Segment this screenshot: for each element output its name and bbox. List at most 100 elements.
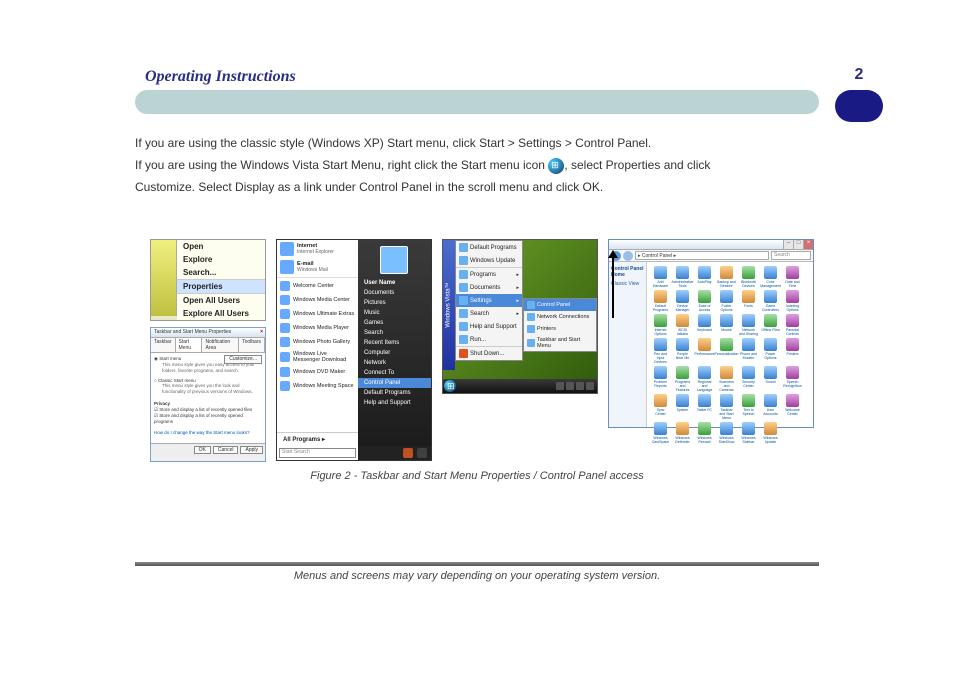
program-item[interactable]: Windows Photo Gallery bbox=[277, 335, 358, 349]
control-panel-item[interactable]: Offline Files bbox=[761, 314, 780, 336]
start-right-item[interactable]: Computer bbox=[358, 348, 431, 358]
control-panel-item[interactable]: Color Management bbox=[761, 266, 780, 288]
control-panel-item[interactable]: Windows Firewall bbox=[695, 422, 714, 444]
control-panel-item[interactable]: Windows Sidebar bbox=[739, 422, 758, 444]
classic-menu-item[interactable]: Documents▸ bbox=[456, 281, 522, 294]
classic-menu-item[interactable]: Shut Down... bbox=[456, 347, 522, 360]
control-panel-item[interactable]: AutoPlay bbox=[695, 266, 714, 288]
start-right-item[interactable]: Control Panel bbox=[358, 378, 431, 388]
program-item[interactable]: Windows Media Center bbox=[277, 293, 358, 307]
control-panel-item[interactable]: Game Controllers bbox=[761, 290, 780, 312]
breadcrumb[interactable]: ▸ Control Panel ▸ bbox=[635, 251, 769, 260]
control-panel-item[interactable]: Scanners and Cameras bbox=[717, 366, 736, 392]
classic-menu-item[interactable]: Default Programs bbox=[456, 241, 522, 254]
control-panel-item[interactable]: System bbox=[673, 394, 692, 420]
control-panel-item[interactable]: Fonts bbox=[739, 290, 758, 312]
all-programs-item[interactable]: All Programs bbox=[277, 432, 358, 446]
submenu-item[interactable]: Printers bbox=[524, 323, 596, 335]
classic-menu-item[interactable]: Run... bbox=[456, 333, 522, 346]
program-item[interactable]: Windows Media Player bbox=[277, 321, 358, 335]
control-panel-item[interactable]: Date and Time bbox=[783, 266, 802, 288]
dialog-tab[interactable]: Toolbars bbox=[239, 338, 265, 352]
control-panel-item[interactable]: Regional and Language bbox=[695, 366, 714, 392]
control-panel-item[interactable]: Printers bbox=[783, 338, 802, 364]
start-right-item[interactable]: Connect To bbox=[358, 368, 431, 378]
tray-icon[interactable] bbox=[586, 382, 594, 390]
control-panel-item[interactable]: Programs and Features bbox=[673, 366, 692, 392]
control-panel-item[interactable]: Default Programs bbox=[651, 290, 670, 312]
submenu-item[interactable]: Taskbar and Start Menu bbox=[524, 335, 596, 351]
program-item[interactable]: Windows Live Messenger Download bbox=[277, 349, 358, 365]
context-menu-item[interactable]: Open bbox=[177, 240, 265, 253]
program-item[interactable]: Windows DVD Maker bbox=[277, 365, 358, 379]
control-panel-item[interactable]: Internet Options bbox=[651, 314, 670, 336]
submenu-item[interactable]: Network Connections bbox=[524, 311, 596, 323]
sidebar-link-classic-view[interactable]: Classic View bbox=[611, 281, 644, 287]
control-panel-item[interactable]: Security Center bbox=[739, 366, 758, 392]
close-button[interactable]: × bbox=[803, 240, 813, 249]
maximize-button[interactable]: □ bbox=[793, 240, 803, 249]
tray-icon[interactable] bbox=[566, 382, 574, 390]
start-right-item[interactable]: Documents bbox=[358, 288, 431, 298]
program-item[interactable]: Windows Ultimate Extras bbox=[277, 307, 358, 321]
control-panel-item[interactable]: Network and Sharing bbox=[739, 314, 758, 336]
control-panel-item[interactable]: Add Hardware bbox=[651, 266, 670, 288]
control-panel-item[interactable]: Performance bbox=[695, 338, 714, 364]
power-icon[interactable] bbox=[403, 448, 413, 458]
control-panel-item[interactable]: Pen and Input Devices bbox=[651, 338, 670, 364]
control-panel-item[interactable]: Problem Reports bbox=[651, 366, 670, 392]
checkbox-recent-programs[interactable]: Store and display a list of recently ope… bbox=[154, 413, 262, 425]
cancel-button[interactable]: Cancel bbox=[213, 446, 239, 454]
control-panel-item[interactable]: Text to Speech bbox=[739, 394, 758, 420]
forward-button[interactable] bbox=[623, 251, 633, 261]
control-panel-item[interactable]: Administrative Tools bbox=[673, 266, 692, 288]
submenu-item[interactable]: Control Panel bbox=[524, 299, 596, 311]
control-panel-item[interactable]: Device Manager bbox=[673, 290, 692, 312]
classic-menu-item[interactable]: Settings▸ bbox=[456, 294, 522, 307]
control-panel-item[interactable]: Folder Options bbox=[717, 290, 736, 312]
control-panel-item[interactable]: Welcome Center bbox=[783, 394, 802, 420]
tray-icon[interactable] bbox=[556, 382, 564, 390]
control-panel-item[interactable]: Windows Update bbox=[761, 422, 780, 444]
start-right-item[interactable]: Search bbox=[358, 328, 431, 338]
control-panel-item[interactable]: Windows CardSpace bbox=[651, 422, 670, 444]
control-panel-item[interactable]: iSCSI Initiator bbox=[673, 314, 692, 336]
apply-button[interactable]: Apply bbox=[240, 446, 263, 454]
close-icon[interactable]: × bbox=[260, 329, 263, 335]
control-panel-item[interactable]: User Accounts bbox=[761, 394, 780, 420]
checkbox-recent-files[interactable]: Store and display a list of recently ope… bbox=[154, 407, 262, 413]
control-panel-item[interactable]: Windows Defender bbox=[673, 422, 692, 444]
control-panel-item[interactable]: Phone and Modem bbox=[739, 338, 758, 364]
tray-icon[interactable] bbox=[576, 382, 584, 390]
control-panel-item[interactable]: Speech Recognition bbox=[783, 366, 802, 392]
program-item[interactable]: Welcome Center bbox=[277, 279, 358, 293]
control-panel-item[interactable]: Sync Center bbox=[651, 394, 670, 420]
control-panel-item[interactable]: Parental Controls bbox=[783, 314, 802, 336]
help-link[interactable]: How do I change the way the Start menu l… bbox=[154, 430, 262, 436]
dialog-tab[interactable]: Start Menu bbox=[176, 338, 203, 352]
context-menu-item[interactable]: Open All Users bbox=[177, 293, 265, 307]
lock-icon[interactable] bbox=[417, 448, 427, 458]
start-right-item[interactable]: Recent Items bbox=[358, 338, 431, 348]
control-panel-item[interactable]: Mouse bbox=[717, 314, 736, 336]
start-right-item[interactable]: Games bbox=[358, 318, 431, 328]
start-search-input[interactable]: Start Search bbox=[279, 448, 356, 458]
control-panel-item[interactable]: Indexing Options bbox=[783, 290, 802, 312]
control-panel-item[interactable]: Keyboard bbox=[695, 314, 714, 336]
control-panel-item[interactable]: Sound bbox=[761, 366, 780, 392]
classic-menu-item[interactable]: Programs▸ bbox=[456, 268, 522, 281]
start-right-item[interactable]: Pictures bbox=[358, 298, 431, 308]
minimize-button[interactable]: – bbox=[783, 240, 793, 249]
start-right-item[interactable]: Default Programs bbox=[358, 388, 431, 398]
context-menu-item[interactable]: Properties bbox=[177, 279, 265, 293]
customize-button[interactable]: Customize... bbox=[224, 355, 262, 364]
start-right-item[interactable]: Music bbox=[358, 308, 431, 318]
start-right-item[interactable]: Network bbox=[358, 358, 431, 368]
control-panel-item[interactable]: Tablet PC bbox=[695, 394, 714, 420]
start-orb-icon[interactable] bbox=[444, 380, 456, 392]
control-panel-item[interactable]: Windows SideShow bbox=[717, 422, 736, 444]
classic-menu-item[interactable]: Windows Update bbox=[456, 254, 522, 267]
context-menu-item[interactable]: Explore bbox=[177, 253, 265, 266]
control-panel-item[interactable]: Bluetooth Devices bbox=[739, 266, 758, 288]
context-menu-item[interactable]: Search... bbox=[177, 266, 265, 279]
